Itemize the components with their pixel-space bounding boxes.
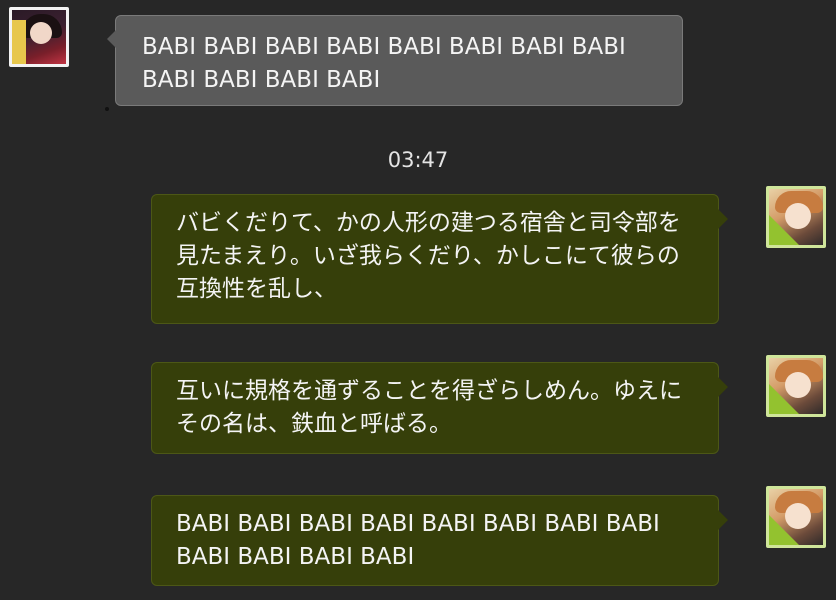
self-avatar[interactable]: [766, 186, 826, 248]
self-avatar[interactable]: [766, 486, 826, 548]
avatar-face: [30, 22, 52, 44]
message-bubble-sent[interactable]: バビくだりて、かの人形の建つる宿舎と司令部を見たまえり。いざ我らくだり、かしこに…: [151, 194, 728, 324]
message-bubble-sent[interactable]: 互いに規格を通ずることを得ざらしめん。ゆえにその名は、鉄血と呼ばる。: [151, 362, 728, 454]
avatar-face: [785, 203, 811, 229]
message-text: バビくだりて、かの人形の建つる宿舎と司令部を見たまえり。いざ我らくだり、かしこに…: [176, 210, 681, 302]
message-text: BABI BABI BABI BABI BABI BABI BABI BABI …: [142, 34, 626, 93]
sender-avatar[interactable]: [9, 7, 69, 67]
message-bubble-sent[interactable]: BABI BABI BABI BABI BABI BABI BABI BABI …: [151, 495, 728, 586]
self-avatar[interactable]: [766, 355, 826, 417]
message-timestamp: 03:47: [387, 148, 449, 172]
read-indicator-dot: [105, 107, 109, 111]
message-bubble-received[interactable]: BABI BABI BABI BABI BABI BABI BABI BABI …: [107, 15, 683, 106]
message-text: 互いに規格を通ずることを得ざらしめん。ゆえにその名は、鉄血と呼ばる。: [176, 378, 682, 437]
avatar-face: [785, 503, 811, 529]
avatar-corner-badge: [12, 20, 26, 64]
message-text: BABI BABI BABI BABI BABI BABI BABI BABI …: [176, 511, 660, 570]
avatar-face: [785, 372, 811, 398]
